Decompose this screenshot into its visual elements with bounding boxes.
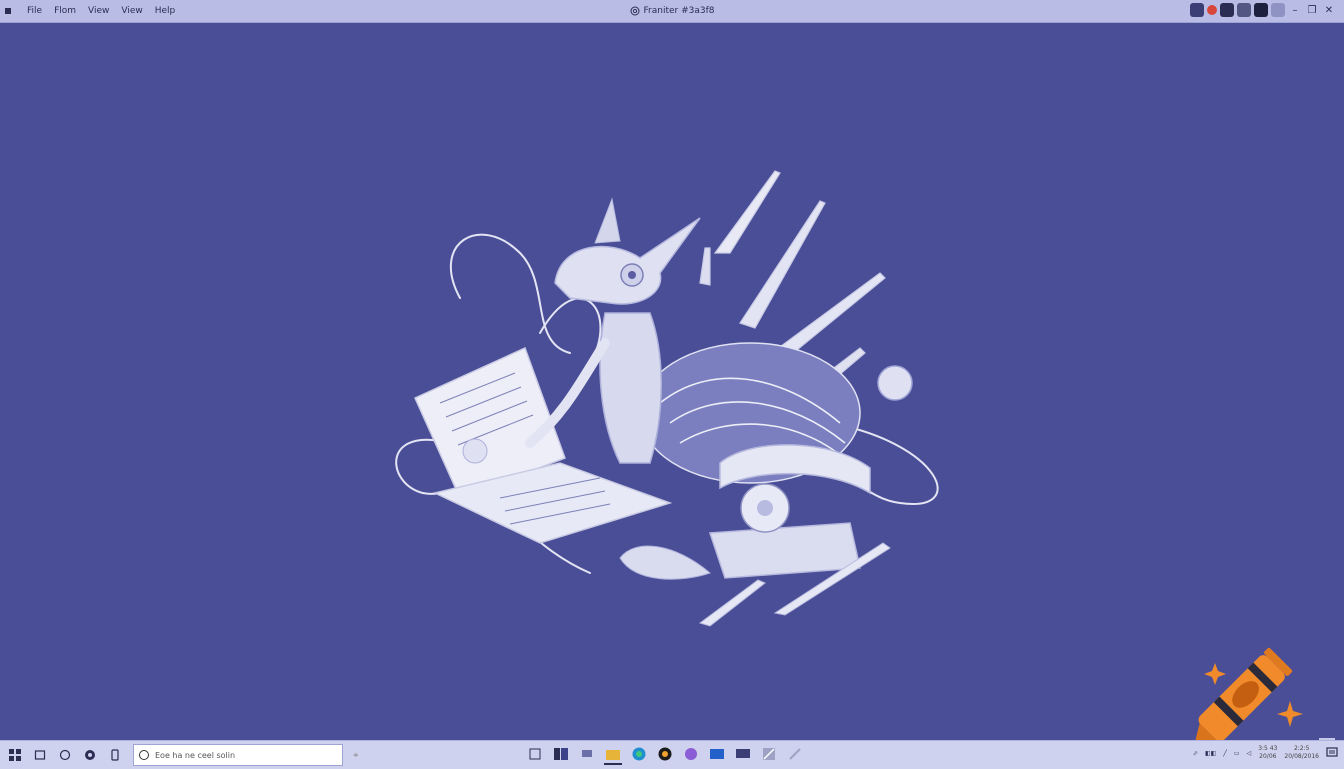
minimize-icon[interactable]: –	[1288, 3, 1302, 17]
pen-app-icon[interactable]	[786, 745, 804, 763]
search-icon	[139, 750, 149, 760]
menu-help[interactable]: Help	[149, 6, 182, 16]
window-title: Franiter #3a3f8	[643, 6, 715, 16]
teams-app-icon[interactable]	[682, 745, 700, 763]
display-icon[interactable]: ▭	[1234, 750, 1240, 757]
cortana-icon[interactable]	[55, 745, 75, 765]
close-icon[interactable]: ✕	[1322, 3, 1336, 17]
clock-time: 3:5 43	[1258, 745, 1278, 752]
notification-icon[interactable]	[1326, 746, 1338, 760]
file-explorer-icon[interactable]	[604, 745, 622, 765]
chat-app-icon[interactable]	[578, 745, 596, 763]
search-placeholder: Eoe ha ne ceel solin	[155, 750, 236, 760]
monitor-app-icon[interactable]	[734, 745, 752, 763]
desktop	[0, 23, 1344, 756]
store-app-icon[interactable]	[708, 745, 726, 763]
robot-creature-sketch	[395, 170, 939, 627]
clock-time-2: 2:2:5	[1293, 745, 1310, 752]
app-tray-icon-1[interactable]	[1190, 3, 1204, 17]
crayon-icon	[1193, 647, 1303, 747]
taskbar: Eoe ha ne ceel solin ≑ ⬀ ◧◧ ╱ ▭ ◁ 3:5 43…	[0, 740, 1344, 769]
windows-app-icon[interactable]	[552, 745, 570, 763]
menu-view[interactable]: View	[82, 6, 115, 16]
restore-icon[interactable]: ❐	[1305, 3, 1319, 17]
chrome-browser-icon[interactable]	[656, 745, 674, 763]
record-icon[interactable]	[1207, 5, 1217, 15]
clock-date: 20/06	[1259, 753, 1277, 760]
system-tray: ⬀ ◧◧ ╱ ▭ ◁ 3:5 43 20/06 2:2:5 20/08/2016	[1193, 745, 1338, 761]
network-icon[interactable]: ◧◧	[1205, 750, 1216, 757]
menu-view-2[interactable]: View	[115, 6, 148, 16]
media-icon[interactable]	[80, 745, 100, 765]
notes-app-icon[interactable]	[526, 745, 544, 763]
menu-file[interactable]: File	[21, 6, 48, 16]
start-icon[interactable]	[5, 745, 25, 765]
app-menu-icon[interactable]	[5, 8, 11, 14]
task-view-icon[interactable]	[30, 745, 50, 765]
app-tray-icon-2[interactable]	[1220, 3, 1234, 17]
menu-flom[interactable]: Flom	[48, 6, 82, 16]
app-tray-icon-4[interactable]	[1254, 3, 1268, 17]
pin-icon[interactable]: ⬀	[1193, 750, 1198, 757]
title-bar: File Flom View View Help Franiter #3a3f8…	[0, 0, 1344, 23]
titlebar-tray: – ❐ ✕	[1190, 3, 1336, 17]
search-input[interactable]: Eoe ha ne ceel solin	[133, 744, 343, 766]
clock-1[interactable]: 3:5 43 20/06	[1258, 745, 1277, 761]
pen-tray-icon[interactable]: ╱	[1223, 750, 1227, 757]
copyright-icon	[630, 6, 639, 16]
window-title-area: Franiter #3a3f8	[0, 0, 1344, 22]
paint-app-icon[interactable]	[760, 745, 778, 763]
app-tray-icon-5[interactable]	[1271, 3, 1285, 17]
clock-date-2: 20/08/2016	[1284, 753, 1319, 760]
edge-browser-icon[interactable]	[630, 745, 648, 763]
volume-icon[interactable]: ◁	[1247, 750, 1252, 757]
pinned-apps	[526, 745, 804, 765]
search-extra: ≑	[353, 751, 359, 759]
clock-2[interactable]: 2:2:5 20/08/2016	[1284, 745, 1319, 761]
app-tray-icon-3[interactable]	[1237, 3, 1251, 17]
menu-bar: File Flom View View Help	[21, 6, 181, 16]
phone-link-icon[interactable]	[105, 745, 125, 765]
